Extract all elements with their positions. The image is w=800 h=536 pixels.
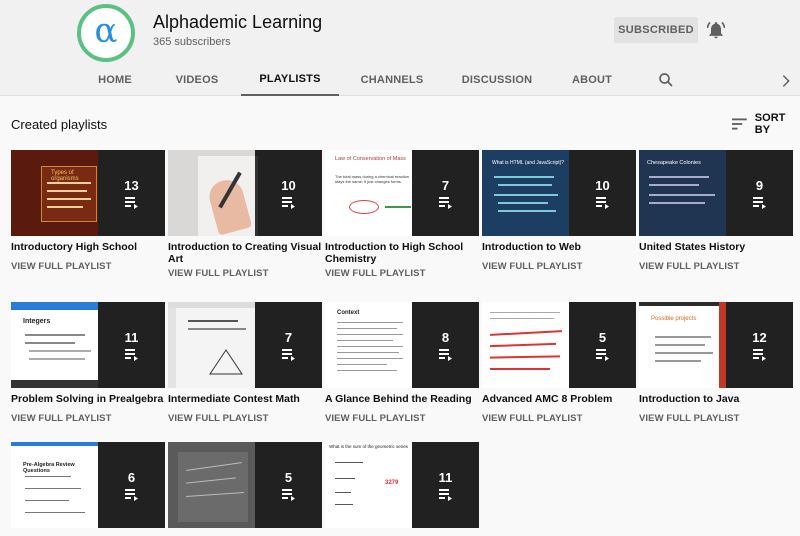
video-count: 13 bbox=[124, 177, 139, 193]
video-count: 9 bbox=[755, 177, 764, 193]
view-full-playlist-link[interactable]: VIEW FULL PLAYLIST bbox=[639, 413, 793, 424]
logo-alpha-icon: α bbox=[94, 11, 118, 51]
playlist-title[interactable]: Introduction to Creating Visual Art bbox=[168, 241, 322, 265]
playlist-icon bbox=[595, 348, 609, 361]
playlist-title[interactable]: Advanced AMC 8 Problem Series bbox=[482, 393, 636, 405]
playlist-card[interactable]: 7 Intermediate Contest Math VIEW FULL PL… bbox=[168, 302, 322, 424]
playlist-thumbnail[interactable]: 10 bbox=[168, 150, 322, 236]
playlist-thumbnail[interactable]: What is HTML (and JavaScript)? 10 bbox=[482, 150, 636, 236]
chevron-right-icon[interactable] bbox=[778, 73, 794, 89]
playlist-icon bbox=[438, 488, 452, 501]
video-count: 8 bbox=[441, 329, 450, 345]
view-full-playlist-link[interactable]: VIEW FULL PLAYLIST bbox=[325, 413, 479, 424]
playlist-icon bbox=[281, 348, 295, 361]
playlist-thumbnail[interactable]: Integers 11 bbox=[11, 302, 165, 388]
playlist-icon bbox=[438, 348, 452, 361]
playlist-icon bbox=[752, 196, 766, 209]
playlist-thumbnail[interactable]: 5 bbox=[482, 302, 636, 388]
playlist-card[interactable]: Context 8 A Glance Behind the Reading VI… bbox=[325, 302, 479, 424]
tab-home[interactable]: HOME bbox=[86, 64, 144, 96]
view-full-playlist-link[interactable]: VIEW FULL PLAYLIST bbox=[325, 268, 479, 279]
view-full-playlist-link[interactable]: VIEW FULL PLAYLIST bbox=[639, 261, 793, 272]
playlist-title[interactable]: Problem Solving in Prealgebra bbox=[11, 393, 165, 405]
playlist-title[interactable]: Introductory High School Biology bbox=[11, 241, 165, 253]
video-count: 10 bbox=[595, 177, 610, 193]
playlist-card[interactable]: Possible projects 12 Introduction to Jav… bbox=[639, 302, 793, 424]
channel-tabs: HOME VIDEOS PLAYLISTS CHANNELS DISCUSSIO… bbox=[0, 64, 800, 96]
playlist-thumbnail[interactable]: What is the sum of the geometric series … bbox=[325, 442, 479, 528]
section-title: Created playlists bbox=[11, 117, 108, 132]
video-count: 5 bbox=[598, 329, 607, 345]
video-count: 12 bbox=[752, 329, 767, 345]
subscribed-button[interactable]: SUBSCRIBED bbox=[614, 17, 698, 43]
view-full-playlist-link[interactable]: VIEW FULL PLAYLIST bbox=[168, 268, 322, 279]
playlist-thumbnail[interactable]: Possible projects 12 bbox=[639, 302, 793, 388]
channel-header: α Alphademic Learning 365 subscribers SU… bbox=[0, 0, 800, 96]
video-count: 6 bbox=[127, 469, 136, 485]
tab-videos[interactable]: VIDEOS bbox=[166, 64, 228, 96]
playlist-thumbnail[interactable]: Pre-Algebra Review Questions 6 bbox=[11, 442, 165, 528]
playlist-thumbnail[interactable]: Context 8 bbox=[325, 302, 479, 388]
video-count: 7 bbox=[284, 329, 293, 345]
playlist-card[interactable]: What is the sum of the geometric series … bbox=[325, 442, 479, 528]
sort-label: SORT BY bbox=[754, 112, 786, 136]
playlist-thumbnail[interactable]: Types of organisms 13 bbox=[11, 150, 165, 236]
playlist-thumbnail[interactable]: 5 bbox=[168, 442, 322, 528]
video-count: 7 bbox=[441, 177, 450, 193]
playlist-title[interactable]: Introduction to High School Chemistry bbox=[325, 241, 479, 265]
view-full-playlist-link[interactable]: VIEW FULL PLAYLIST bbox=[482, 261, 636, 272]
video-count: 11 bbox=[124, 329, 139, 345]
playlist-card[interactable]: Law of Conservation of Mass The total ma… bbox=[325, 150, 479, 279]
playlist-card[interactable]: 5 bbox=[168, 442, 322, 528]
playlist-title[interactable]: A Glance Behind the Reading bbox=[325, 393, 479, 405]
playlist-card[interactable]: Chesapeake Colonies 9 United States Hist… bbox=[639, 150, 793, 272]
playlist-card[interactable]: What is HTML (and JavaScript)? 10 Introd… bbox=[482, 150, 636, 272]
channel-name: Alphademic Learning bbox=[153, 12, 323, 32]
view-full-playlist-link[interactable]: VIEW FULL PLAYLIST bbox=[482, 413, 636, 424]
search-icon[interactable] bbox=[657, 71, 675, 89]
view-full-playlist-link[interactable]: VIEW FULL PLAYLIST bbox=[11, 413, 165, 424]
subscriber-count: 365 subscribers bbox=[153, 36, 231, 48]
playlist-card[interactable]: 5 Advanced AMC 8 Problem Series VIEW FUL… bbox=[482, 302, 636, 424]
sort-icon bbox=[732, 118, 747, 130]
playlist-icon bbox=[124, 348, 138, 361]
bell-icon[interactable] bbox=[706, 19, 726, 41]
playlist-title[interactable]: Introduction to Java bbox=[639, 393, 793, 405]
playlist-card[interactable]: Pre-Algebra Review Questions 6 bbox=[11, 442, 165, 528]
playlist-card[interactable]: Integers 11 Problem Solving in Prealgebr… bbox=[11, 302, 165, 424]
playlist-icon bbox=[595, 196, 609, 209]
playlist-card[interactable]: Types of organisms 13 Introductory High … bbox=[11, 150, 165, 272]
video-count: 5 bbox=[284, 469, 293, 485]
video-count: 10 bbox=[281, 177, 296, 193]
playlist-title[interactable]: Intermediate Contest Math bbox=[168, 393, 322, 405]
view-full-playlist-link[interactable]: VIEW FULL PLAYLIST bbox=[168, 413, 322, 424]
playlist-thumbnail[interactable]: Law of Conservation of Mass The total ma… bbox=[325, 150, 479, 236]
tab-about[interactable]: ABOUT bbox=[566, 64, 618, 96]
video-count: 11 bbox=[438, 469, 453, 485]
playlist-icon bbox=[281, 196, 295, 209]
tab-playlists[interactable]: PLAYLISTS bbox=[241, 64, 339, 96]
channel-logo[interactable]: α bbox=[77, 4, 135, 62]
playlist-icon bbox=[281, 488, 295, 501]
playlist-thumbnail[interactable]: 7 bbox=[168, 302, 322, 388]
playlist-icon bbox=[124, 488, 138, 501]
playlist-card[interactable]: 10 Introduction to Creating Visual Art V… bbox=[168, 150, 322, 279]
playlist-icon bbox=[124, 196, 138, 209]
view-full-playlist-link[interactable]: VIEW FULL PLAYLIST bbox=[11, 261, 165, 272]
tab-discussion[interactable]: DISCUSSION bbox=[458, 64, 536, 96]
tab-channels[interactable]: CHANNELS bbox=[354, 64, 430, 96]
playlist-title[interactable]: Introduction to Web Development bbox=[482, 241, 636, 253]
playlist-thumbnail[interactable]: Chesapeake Colonies 9 bbox=[639, 150, 793, 236]
sort-by-button[interactable]: SORT BY bbox=[732, 112, 800, 136]
playlist-icon bbox=[752, 348, 766, 361]
playlist-title[interactable]: United States History bbox=[639, 241, 793, 253]
playlist-icon bbox=[438, 196, 452, 209]
